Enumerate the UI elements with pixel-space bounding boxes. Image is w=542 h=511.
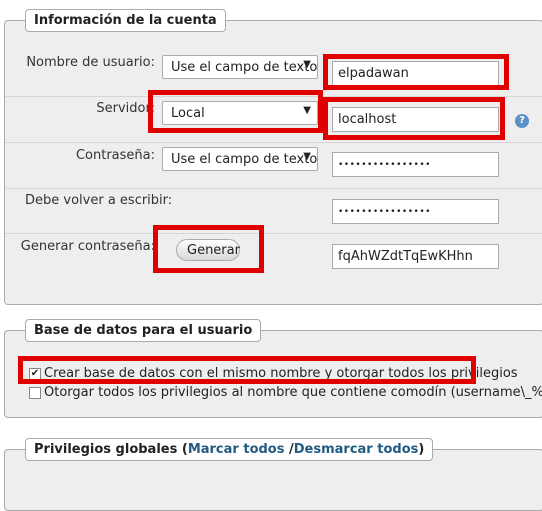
server-select[interactable]: Local ▼ — [162, 101, 318, 125]
check-all-link[interactable]: Marcar todos — [188, 442, 285, 457]
account-info-fieldset: Información de la cuenta Nombre de usuar… — [4, 9, 542, 305]
legend-close: ) — [418, 442, 425, 457]
username-type-value: Use el campo de texto — [171, 60, 318, 75]
database-fieldset: Base de datos para el usuario ✔ Crear ba… — [4, 319, 542, 418]
chevron-down-icon: ▼ — [303, 151, 311, 162]
uncheck-all-link[interactable]: Desmarcar todos — [294, 442, 419, 457]
generated-password-input[interactable]: fqAhWZdtTqEwKHhn — [332, 244, 499, 269]
username-type-select[interactable]: Use el campo de texto ▼ — [162, 55, 318, 79]
wildcard-privileges-checkbox[interactable] — [29, 387, 41, 399]
row-divider — [5, 142, 542, 143]
global-privileges-legend: Privilegios globales (Marcar todos /Desm… — [25, 438, 434, 461]
password-label: Contraseña: — [75, 148, 155, 163]
create-database-label[interactable]: Crear base de datos con el mismo nombre … — [44, 366, 518, 381]
legend-separator: / — [284, 442, 294, 457]
password-type-value: Use el campo de texto — [171, 152, 318, 167]
row-divider — [5, 188, 542, 189]
username-label: Nombre de usuario: — [26, 55, 155, 70]
row-divider — [5, 96, 542, 97]
retype-label: Debe volver a escribir: — [25, 193, 173, 208]
generate-password-label: Generar contraseña: — [20, 239, 155, 254]
retype-password-input[interactable]: •••••••••••••••• — [332, 199, 499, 224]
create-database-checkbox[interactable]: ✔ — [29, 368, 41, 380]
chevron-down-icon: ▼ — [303, 105, 311, 116]
password-input[interactable]: •••••••••••••••• — [332, 152, 499, 177]
chevron-down-icon: ▼ — [303, 59, 311, 70]
host-input[interactable]: localhost — [332, 107, 499, 132]
generate-button[interactable]: Generar — [176, 239, 240, 261]
help-icon[interactable]: ? — [515, 114, 529, 128]
global-privileges-title: Privilegios globales ( — [34, 442, 188, 457]
server-label: Servidor: — [96, 101, 155, 116]
wildcard-privileges-label[interactable]: Otorgar todos los privilegios al nombre … — [44, 385, 542, 400]
password-type-select[interactable]: Use el campo de texto ▼ — [162, 147, 318, 171]
row-divider — [5, 233, 542, 234]
database-legend: Base de datos para el usuario — [25, 319, 262, 342]
account-info-legend: Información de la cuenta — [25, 9, 226, 32]
server-select-value: Local — [171, 106, 205, 121]
username-input[interactable]: elpadawan — [332, 61, 499, 86]
global-privileges-fieldset: Privilegios globales (Marcar todos /Desm… — [4, 438, 542, 511]
